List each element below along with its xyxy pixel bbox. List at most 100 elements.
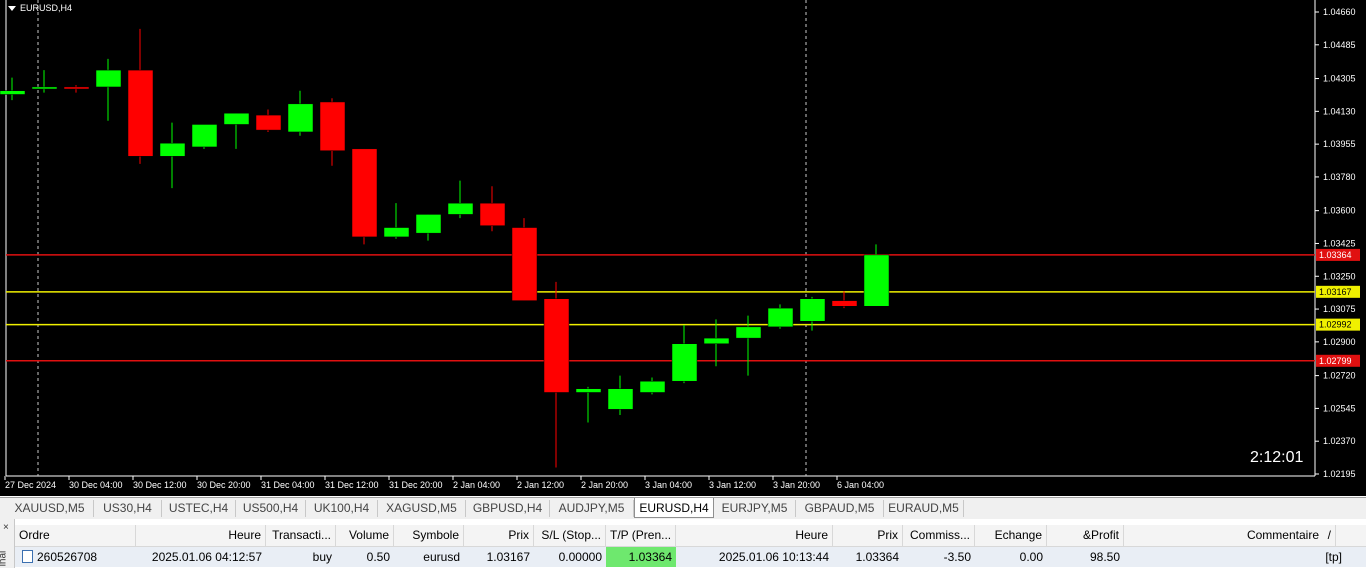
candle-body: [63, 86, 90, 90]
col-heure[interactable]: Heure: [136, 525, 266, 546]
candle-body: [831, 300, 858, 307]
tab-gbpaud-m5[interactable]: GBPAUD,M5: [796, 500, 884, 517]
cell-ordre-value: 260526708: [37, 550, 98, 564]
tab-uk100-h4[interactable]: UK100,H4: [306, 500, 378, 517]
sort-indicator: /: [1327, 528, 1331, 542]
tab-eurjpy-m5[interactable]: EURJPY,M5: [714, 500, 796, 517]
candle-body: [511, 227, 538, 301]
col-commission[interactable]: Commiss...: [903, 525, 975, 546]
terminal-panel: × inal Ordre Heure Transacti... Volume S…: [0, 519, 1366, 568]
price-tick-label: 1.03075: [1323, 304, 1356, 314]
col-heure-close[interactable]: Heure: [676, 525, 833, 546]
price-tick-label: 1.02545: [1323, 403, 1356, 413]
col-transaction[interactable]: Transacti...: [266, 525, 336, 546]
cell-heure: 2025.01.06 04:12:57: [151, 550, 262, 564]
price-chart[interactable]: 1.04660 1.04485 1.04305 1.04130 1.03955 1.037…: [0, 0, 1366, 496]
candle-body: [287, 103, 314, 133]
time-tick-label: 30 Dec 12:00: [133, 480, 187, 490]
candle-body: [639, 380, 666, 393]
col-prix-close[interactable]: Prix: [833, 525, 903, 546]
price-tick-label: 1.04305: [1323, 74, 1356, 84]
col-symbole[interactable]: Symbole: [394, 525, 464, 546]
candle-body: [415, 214, 442, 234]
tab-audjpy-m5[interactable]: AUDJPY,M5: [550, 500, 634, 517]
cell-prix-close: 1.03364: [855, 550, 899, 564]
time-tick-label: 27 Dec 2024: [5, 480, 56, 490]
price-tick-label: 1.04485: [1323, 40, 1356, 50]
tab-euraud-m5[interactable]: EURAUD,M5: [884, 500, 964, 517]
terminal-side-label: inal: [0, 550, 9, 567]
time-tick-label: 31 Dec 20:00: [389, 480, 443, 490]
candle-body: [863, 254, 890, 307]
cell-symbole: eurusd: [423, 550, 460, 564]
price-tick-label: 1.03955: [1323, 139, 1356, 149]
price-tick-label: 1.03780: [1323, 172, 1356, 182]
col-echange[interactable]: Echange: [975, 525, 1047, 546]
tab-us30-h4[interactable]: US30,H4: [94, 500, 162, 517]
col-volume[interactable]: Volume: [336, 525, 394, 546]
level-label-1: 1.03167: [1319, 287, 1352, 297]
time-tick-label: 31 Dec 04:00: [261, 480, 315, 490]
candle-body: [159, 142, 186, 157]
col-commentaire-label: Commentaire: [1246, 528, 1319, 542]
candle-body: [575, 388, 602, 393]
candle-body: [191, 124, 218, 148]
level-label-2: 1.02992: [1319, 320, 1352, 330]
time-tick-label: 30 Dec 20:00: [197, 480, 251, 490]
candle-timer: 2:12:01: [1250, 449, 1304, 466]
time-tick-label: 6 Jan 04:00: [837, 480, 884, 490]
cell-commentaire: [tp]: [1325, 550, 1342, 564]
col-tp[interactable]: T/P (Pren...: [606, 525, 676, 546]
candle-body: [703, 337, 730, 344]
level-label-3: 1.02799: [1319, 356, 1352, 366]
cell-heure-close: 2025.01.06 10:13:44: [718, 550, 829, 564]
candle-body: [671, 343, 698, 382]
col-profit[interactable]: &Profit: [1047, 525, 1124, 546]
candle-body: [319, 101, 346, 151]
tab-gbpusd-h4[interactable]: GBPUSD,H4: [466, 500, 550, 517]
cell-volume: 0.50: [366, 550, 390, 564]
tab-ustec-h4[interactable]: USTEC,H4: [162, 500, 236, 517]
candle-body: [127, 69, 154, 157]
candle-body: [31, 86, 58, 90]
chart-menu-triangle-icon[interactable]: [8, 6, 16, 12]
candle-body: [383, 227, 410, 238]
candle-body: [735, 326, 762, 339]
candle-body: [799, 298, 826, 322]
tab-eurusd-h4[interactable]: EURUSD,H4: [634, 498, 714, 518]
col-commentaire[interactable]: Commentaire /: [1124, 525, 1336, 546]
time-tick-label: 2 Jan 04:00: [453, 480, 500, 490]
cell-profit: 98.50: [1089, 550, 1120, 564]
candle-body: [447, 202, 474, 215]
col-sl[interactable]: S/L (Stop...: [534, 525, 606, 546]
col-prix[interactable]: Prix: [464, 525, 534, 546]
tab-us500-h4[interactable]: US500,H4: [236, 500, 306, 517]
chart-window[interactable]: 1.04660 1.04485 1.04305 1.04130 1.03955 1.037…: [0, 0, 1366, 496]
chart-title: EURUSD,H4: [8, 3, 72, 13]
tab-xauusd-m5[interactable]: XAUUSD,M5: [6, 500, 94, 517]
time-tick-label: 3 Jan 12:00: [709, 480, 756, 490]
cell-commission: -3.50: [943, 550, 971, 564]
candle-body: [0, 90, 26, 95]
terminal-side-strip: × inal: [0, 519, 15, 568]
cell-echange: 0.00: [1019, 550, 1043, 564]
chart-tabs-bar: XAUUSD,M5 US30,H4 USTEC,H4 US500,H4 UK100,H4…: [0, 497, 1366, 519]
price-tick-label: 1.03600: [1323, 206, 1356, 216]
cell-prix: 1.03167: [486, 550, 530, 564]
level-label-0: 1.03364: [1319, 250, 1352, 260]
time-tick-label: 3 Jan 04:00: [645, 480, 692, 490]
chart-symbol-label: EURUSD,H4: [20, 3, 73, 13]
candle-body: [479, 202, 506, 226]
cell-ordre[interactable]: 260526708: [18, 547, 136, 567]
tab-xagusd-m5[interactable]: XAGUSD,M5: [378, 500, 466, 517]
price-tick-label: 1.02370: [1323, 436, 1356, 446]
candle-body: [223, 112, 250, 125]
order-document-icon: [22, 550, 33, 564]
close-icon[interactable]: ×: [3, 522, 9, 533]
price-tick-label: 1.04660: [1323, 7, 1356, 17]
time-tick-label: 31 Dec 12:00: [325, 480, 379, 490]
candle-body: [255, 114, 282, 131]
price-tick-label: 1.02720: [1323, 371, 1356, 381]
col-ordre[interactable]: Ordre: [15, 525, 136, 546]
candle-body: [607, 388, 634, 410]
